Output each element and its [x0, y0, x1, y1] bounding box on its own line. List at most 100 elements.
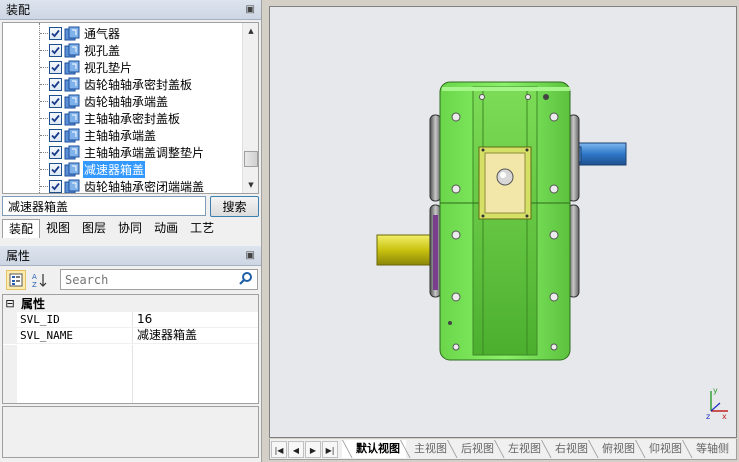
left-panel-tab[interactable]: 装配	[2, 219, 41, 238]
tree-item-checkbox[interactable]	[49, 180, 62, 193]
tree-connector	[40, 135, 48, 136]
tree-item-label[interactable]: 主轴轴承端盖调整垫片	[83, 144, 205, 161]
tree-item[interactable]: 视孔垫片	[3, 59, 133, 76]
tree-item-checkbox[interactable]	[49, 163, 62, 176]
tree-item-checkbox[interactable]	[49, 146, 62, 159]
tree-item-checkbox[interactable]	[49, 95, 62, 108]
tree-item-label[interactable]: 齿轮轴轴承密闭端端盖	[83, 178, 205, 193]
assembly-panel-title: 装配	[6, 3, 31, 17]
search-icon[interactable]	[239, 271, 253, 288]
tree-item-label[interactable]: 视孔垫片	[83, 59, 133, 76]
tree-item-label[interactable]: 齿轮轴轴承密封盖板	[83, 76, 193, 93]
tree-item[interactable]: 主轴轴承端盖	[3, 127, 157, 144]
tree-search-input[interactable]	[2, 196, 206, 216]
tree-connector	[40, 169, 48, 170]
tree-item[interactable]: 视孔盖	[3, 42, 121, 59]
property-row[interactable]: SVL_ID 16	[3, 312, 258, 328]
view-tab[interactable]: 主视图	[400, 440, 453, 458]
part-icon	[64, 179, 80, 193]
part-icon	[64, 43, 80, 59]
part-icon	[64, 145, 80, 161]
scroll-thumb[interactable]	[244, 151, 258, 167]
part-icon	[64, 128, 80, 144]
pin-icon[interactable]: ▣	[246, 4, 255, 15]
tree-vertical-scrollbar[interactable]: ▲ ▼	[242, 23, 258, 193]
tree-connector	[40, 118, 48, 119]
tree-item[interactable]: 齿轮轴轴承端盖	[3, 93, 169, 110]
property-category-label: 属性	[21, 297, 46, 311]
left-panel-tab[interactable]: 视图	[40, 219, 76, 238]
tree-item[interactable]: 齿轮轴轴承密闭端端盖	[3, 178, 205, 193]
property-category[interactable]: ⊟ 属性	[3, 295, 258, 312]
view-tab[interactable]: 左视图	[494, 440, 547, 458]
tree-item-checkbox[interactable]	[49, 27, 62, 40]
properties-toolbar: AZ	[2, 267, 259, 293]
view-tab[interactable]: 仰视图	[635, 440, 688, 458]
property-value[interactable]: 减速器箱盖	[133, 328, 258, 343]
axis-triad-icon: y z x	[706, 386, 728, 421]
view-tab[interactable]: 默认视图	[342, 440, 406, 458]
property-grid: ⊟ 属性 SVL_ID 16 SVL_NAME 减速器箱盖	[2, 294, 259, 404]
tree-search-row: 搜索	[2, 196, 259, 217]
svg-text:y: y	[713, 386, 718, 395]
view-tab[interactable]: 俯视图	[588, 440, 641, 458]
tree-item-label[interactable]: 视孔盖	[83, 42, 121, 59]
sort-alphabetical-icon[interactable]: AZ	[30, 270, 50, 290]
scroll-up-arrow-icon[interactable]: ▲	[243, 23, 258, 39]
tree-item-checkbox[interactable]	[49, 129, 62, 142]
left-panel: 装配 ▣ 通气器 视孔盖 视孔垫片 齿轮轴轴承密封盖板 齿轮轴轴承端盖 主轴轴承密封盖板主…	[0, 0, 262, 462]
tree-item-label[interactable]: 主轴轴承端盖	[83, 127, 157, 144]
part-icon	[64, 94, 80, 110]
tree-connector	[40, 33, 48, 34]
tree-connector	[40, 186, 48, 187]
tree-item-checkbox[interactable]	[49, 61, 62, 74]
left-panel-tab[interactable]: 动画	[148, 219, 184, 238]
tree-item-label[interactable]: 减速器箱盖	[83, 161, 146, 178]
view-tab[interactable]: 后视图	[447, 440, 500, 458]
property-search-input[interactable]	[60, 269, 258, 290]
tree-connector	[40, 84, 48, 85]
tree-item[interactable]: 齿轮轴轴承密封盖板	[3, 76, 193, 93]
tree-item-checkbox[interactable]	[49, 112, 62, 125]
part-icon	[64, 77, 80, 93]
property-row[interactable]: SVL_NAME 减速器箱盖	[3, 328, 258, 344]
svg-text:x: x	[722, 412, 727, 421]
tree-item-checkbox[interactable]	[49, 44, 62, 57]
part-icon	[64, 111, 80, 127]
search-button[interactable]: 搜索	[210, 196, 259, 217]
tree-connector	[40, 101, 48, 102]
property-value[interactable]: 16	[133, 312, 258, 327]
tree-item[interactable]: 主轴轴承端盖调整垫片	[3, 144, 205, 161]
part-icon	[64, 60, 80, 76]
property-description-area	[2, 406, 259, 458]
collapse-icon[interactable]: ⊟	[3, 297, 17, 310]
part-icon	[64, 162, 80, 178]
scroll-down-arrow-icon[interactable]: ▼	[243, 177, 258, 193]
left-panel-tab[interactable]: 工艺	[184, 219, 220, 238]
property-key: SVL_NAME	[17, 328, 133, 343]
property-key: SVL_ID	[17, 312, 133, 327]
properties-panel-title: 属性	[6, 249, 31, 263]
last-tab-icon[interactable]: ▶|	[322, 440, 338, 458]
tree-item-label[interactable]: 主轴轴承密封盖板	[83, 110, 181, 127]
categorized-view-icon[interactable]	[6, 270, 26, 290]
assembly-tree[interactable]: 通气器 视孔盖 视孔垫片 齿轮轴轴承密封盖板 齿轮轴轴承端盖 主轴轴承密封盖板 主轴轴承端盖…	[2, 22, 259, 194]
view-tab[interactable]: 等轴侧	[682, 440, 735, 458]
tree-item-checkbox[interactable]	[49, 78, 62, 91]
view-tabs-bar: |◀ ◀ ▶ ▶| 默认视图 主视图 后视图 左视图 右视图 俯视图 仰视图 等轴侧	[269, 439, 737, 460]
first-tab-icon[interactable]: |◀	[271, 440, 287, 458]
3d-viewport[interactable]: y z x	[269, 6, 737, 438]
left-panel-tab[interactable]: 图层	[76, 219, 112, 238]
view-tab[interactable]: 右视图	[541, 440, 594, 458]
tree-item[interactable]: 减速器箱盖	[3, 161, 146, 178]
next-tab-icon[interactable]: ▶	[305, 440, 321, 458]
gear-reducer-model[interactable]: y z x	[270, 7, 736, 437]
left-panel-tab[interactable]: 协同	[112, 219, 148, 238]
pin-icon[interactable]: ▣	[246, 250, 255, 261]
tree-item[interactable]: 通气器	[3, 25, 121, 42]
tree-item[interactable]: 主轴轴承密封盖板	[3, 110, 181, 127]
tree-item-label[interactable]: 齿轮轴轴承端盖	[83, 93, 169, 110]
svg-text:Z: Z	[32, 281, 37, 289]
prev-tab-icon[interactable]: ◀	[288, 440, 304, 458]
tree-item-label[interactable]: 通气器	[83, 25, 121, 42]
